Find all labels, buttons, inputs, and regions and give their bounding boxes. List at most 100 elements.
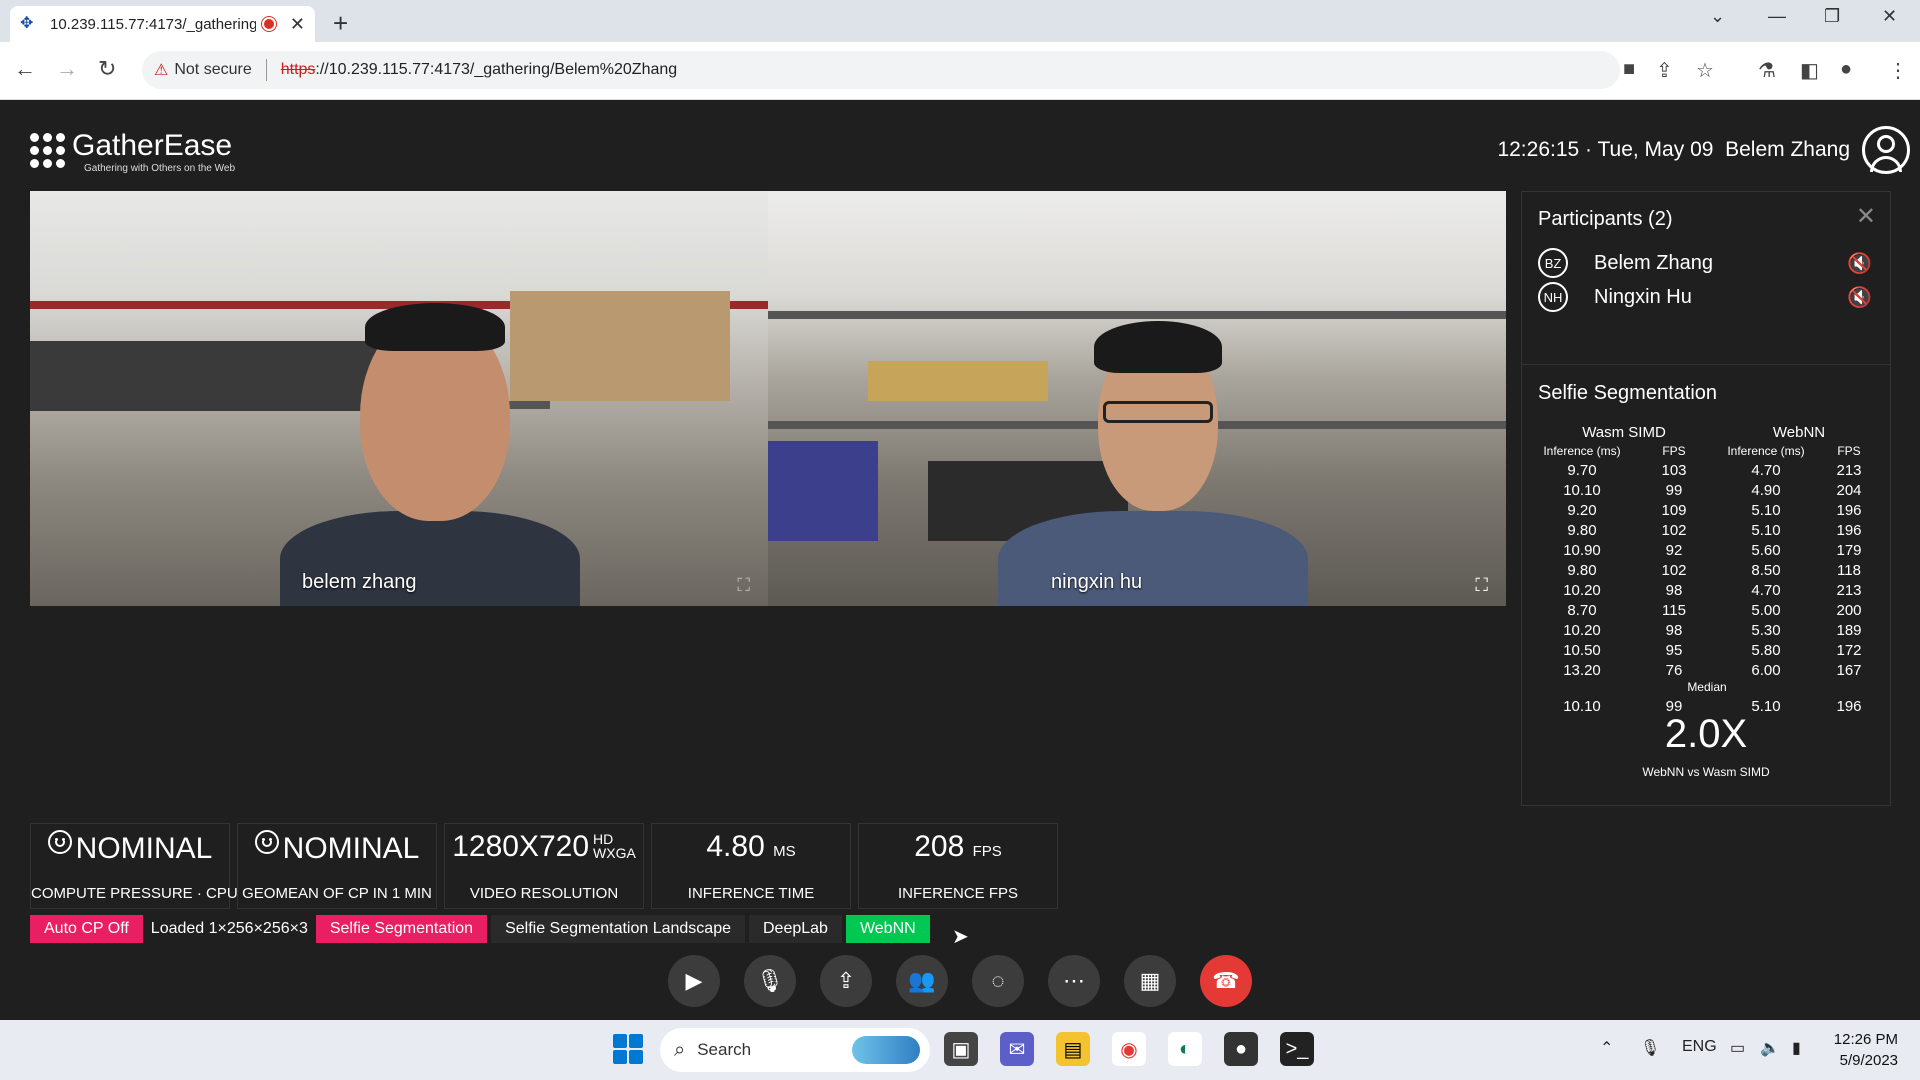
- smiley-icon: [47, 830, 72, 854]
- metric-unit: FPS: [972, 843, 1002, 860]
- forward-arrow-icon[interactable]: →: [56, 56, 78, 82]
- reload-icon[interactable]: ↻: [98, 56, 116, 82]
- video-tile-ningxin[interactable]: ningxin hu ⛶: [768, 191, 1506, 606]
- table-cell: 99: [1665, 481, 1683, 499]
- bookmark-star-icon[interactable]: ☆: [1696, 58, 1714, 83]
- labs-flask-icon[interactable]: ⚗: [1758, 58, 1776, 83]
- camera-button[interactable]: ▶: [668, 955, 720, 1007]
- clock-and-user: 12:26:15 · Tue, May 09 Belem Zhang: [1497, 138, 1850, 162]
- user-avatar-icon[interactable]: [1862, 126, 1910, 174]
- call-controls: ▶ 🎙 ⇪ 👥 ◌ ⋯ ▦ ☎: [668, 955, 1276, 1007]
- side-panel: Participants (2) ✕ BZ Belem Zhang 🔇 NH N…: [1521, 191, 1891, 806]
- table-cell: 9.80: [1567, 521, 1597, 539]
- col-fps: FPS: [1837, 444, 1861, 458]
- not-secure-label[interactable]: Not secure: [174, 61, 251, 79]
- participant-initials: BZ: [1538, 248, 1568, 278]
- table-cell: 4.70: [1751, 461, 1781, 479]
- model-chips: Auto CP Off Loaded 1×256×256×3 Selfie Se…: [30, 915, 934, 943]
- metric-label: INFERENCE FPS: [897, 885, 1018, 902]
- table-cell: 92: [1665, 541, 1683, 559]
- share-icon[interactable]: ⇪: [1656, 58, 1673, 83]
- model-selfie-landscape[interactable]: Selfie Segmentation Landscape: [491, 915, 745, 943]
- teams-chat-icon[interactable]: ✉: [1000, 1032, 1034, 1066]
- mouse-cursor-icon: ➤: [952, 926, 969, 948]
- side-panel-icon[interactable]: ◧: [1800, 58, 1819, 83]
- task-view-icon[interactable]: ▣: [944, 1032, 978, 1066]
- battery-icon[interactable]: ▮: [1792, 1038, 1801, 1058]
- segmentation-table: Wasm SIMD WebNN Inference (ms) FPS Infer…: [1532, 422, 1882, 716]
- model-selfie-segmentation[interactable]: Selfie Segmentation: [315, 915, 488, 943]
- speedup-ratio: 2.0X: [1664, 712, 1748, 756]
- recording-indicator-icon: [261, 17, 276, 31]
- metric-compute-pressure: NOMINAL COMPUTE PRESSURE · CPU: [30, 823, 238, 909]
- gallery-button[interactable]: ▦: [1124, 955, 1176, 1007]
- new-tab-button[interactable]: +: [333, 8, 348, 39]
- microphone-icon[interactable]: 🎙: [1640, 1038, 1660, 1058]
- back-arrow-icon[interactable]: ←: [14, 56, 36, 82]
- table-row: 9.80 102 5.10 196: [1532, 520, 1882, 540]
- mic-muted-button[interactable]: 🎙: [744, 955, 796, 1007]
- shelf: [768, 311, 1506, 319]
- group-webnn: WebNN: [1772, 423, 1826, 441]
- background-boxes: [510, 291, 730, 401]
- table-row: 10.20 98 5.30 189: [1532, 620, 1882, 640]
- loaded-model-status: Loaded 1×256×256×3: [150, 920, 308, 937]
- network-icon[interactable]: ▭: [1730, 1038, 1745, 1058]
- participant-name: Belem Zhang: [1594, 251, 1713, 274]
- clock: 12:26:15 · Tue, May 09: [1497, 138, 1714, 161]
- video-tile-belem[interactable]: belem zhang ⛶: [30, 191, 768, 606]
- table-row: 8.70 115 5.00 200: [1532, 600, 1882, 620]
- fullscreen-icon[interactable]: ⛶: [737, 575, 750, 596]
- table-cell: 204: [1836, 481, 1862, 499]
- table-cell: 76: [1665, 661, 1683, 679]
- chrome-dev-icon[interactable]: ◉: [1112, 1032, 1146, 1066]
- browser-tab[interactable]: ✥ 10.239.115.77:4173/_gathering/Belem%20…: [10, 6, 315, 42]
- backend-webnn[interactable]: WebNN: [845, 915, 930, 943]
- browser-menu-icon[interactable]: ⋮: [1888, 58, 1908, 83]
- file-explorer-icon[interactable]: ▤: [1056, 1032, 1090, 1066]
- background-blur-off-button[interactable]: ◌: [972, 955, 1024, 1007]
- profile-icon[interactable]: ●: [1840, 58, 1852, 81]
- edge-canary-icon[interactable]: ◐: [1168, 1032, 1202, 1066]
- tray-chevron-icon[interactable]: ⌃: [1600, 1038, 1613, 1058]
- tab-search-icon[interactable]: ⌄: [1710, 6, 1725, 27]
- end-call-button[interactable]: ☎: [1200, 955, 1252, 1007]
- table-row: 13.20 76 6.00 167: [1532, 660, 1882, 680]
- table-cell: 213: [1836, 461, 1862, 479]
- volume-muted-icon[interactable]: 🔈: [1760, 1038, 1780, 1058]
- search-highlight-image: [852, 1036, 920, 1064]
- app-icon[interactable]: ●: [1224, 1032, 1258, 1066]
- metric-value: 4.80: [706, 830, 765, 863]
- model-deeplab[interactable]: DeepLab: [749, 915, 842, 943]
- taskbar-clock[interactable]: 12:26 PM 5/9/2023: [1834, 1029, 1898, 1071]
- table-cell: 196: [1836, 521, 1862, 539]
- taskbar-search[interactable]: ⌕ Search: [660, 1028, 930, 1072]
- maximize-button[interactable]: ❐: [1824, 6, 1840, 27]
- address-bar[interactable]: ⚠ Not secure https ://10.239.115.77:4173…: [142, 51, 1620, 89]
- muted-speaker-icon[interactable]: 🔇: [1847, 251, 1872, 276]
- close-tab-icon[interactable]: ✕: [290, 14, 305, 35]
- participants-button[interactable]: 👥: [896, 955, 948, 1007]
- metric-resolution: 1280X720 HD WXGA VIDEO RESOLUTION: [444, 823, 644, 909]
- table-cell: 102: [1661, 561, 1687, 579]
- terminal-icon[interactable]: >_: [1280, 1032, 1314, 1066]
- share-screen-button[interactable]: ⇪: [820, 955, 872, 1007]
- camera-in-use-icon[interactable]: ■: [1623, 58, 1635, 81]
- close-panel-icon[interactable]: ✕: [1856, 202, 1876, 231]
- speedup-label: WebNN vs Wasm SIMD: [1642, 765, 1770, 779]
- metric-label: GEOMEAN OF CP IN 1 MIN: [242, 885, 432, 902]
- windows-start-icon[interactable]: [613, 1034, 643, 1064]
- auto-cp-toggle[interactable]: Auto CP Off: [30, 915, 143, 943]
- fullscreen-icon[interactable]: ⛶: [1475, 575, 1488, 596]
- grid-menu-button[interactable]: ⋯: [1048, 955, 1100, 1007]
- table-cell: 189: [1836, 621, 1862, 639]
- table-cell: 10.90: [1563, 541, 1601, 559]
- taskbar-date: 5/9/2023: [1839, 1052, 1898, 1069]
- search-icon: ⌕: [674, 1038, 686, 1061]
- minimize-button[interactable]: —: [1768, 6, 1786, 27]
- table-cell: 102: [1661, 521, 1687, 539]
- close-window-button[interactable]: ✕: [1882, 6, 1897, 27]
- input-language[interactable]: ENG: [1682, 1038, 1717, 1056]
- person-hair: [365, 303, 505, 351]
- muted-speaker-icon[interactable]: 🔇: [1847, 285, 1872, 310]
